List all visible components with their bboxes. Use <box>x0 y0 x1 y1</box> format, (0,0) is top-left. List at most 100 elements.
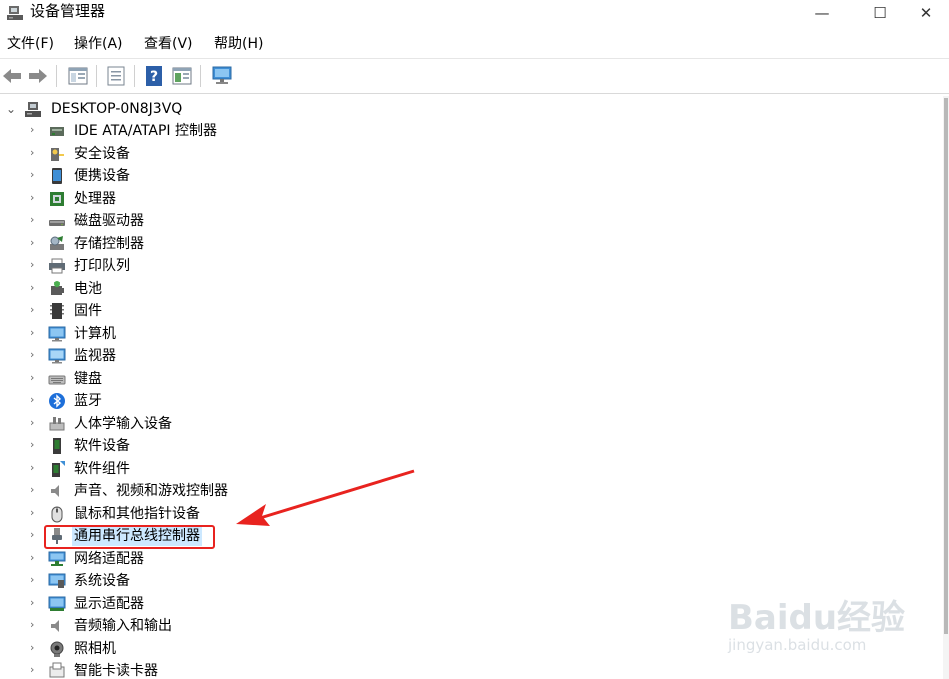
tree-item[interactable]: › 安全设备 <box>0 143 600 165</box>
toolbar: ? <box>0 58 949 94</box>
menu-help[interactable]: 帮助(H) <box>214 35 263 53</box>
chevron-right-icon[interactable]: › <box>30 258 40 272</box>
tree-item-label: 网络适配器 <box>74 550 144 567</box>
watermark-brand: Baidu经验 <box>728 598 906 638</box>
chevron-right-icon[interactable]: › <box>30 461 40 475</box>
vertical-scrollbar[interactable] <box>943 96 949 679</box>
tree-item[interactable]: › 智能卡读卡器 <box>0 660 600 679</box>
chevron-right-icon[interactable]: › <box>30 123 40 137</box>
tree-root[interactable]: ⌄ DESKTOP-0N8J3VQ <box>0 98 600 120</box>
tree-item[interactable]: › 打印队列 <box>0 255 600 277</box>
chevron-right-icon[interactable]: › <box>30 573 40 587</box>
scan-hardware-icon[interactable] <box>210 64 234 88</box>
chevron-right-icon[interactable]: › <box>30 236 40 250</box>
update-driver-icon[interactable] <box>170 64 194 88</box>
tree-item[interactable]: › 音频输入和输出 <box>0 615 600 637</box>
storage-controller-icon <box>50 235 64 250</box>
tree-item[interactable]: › 软件设备 <box>0 435 600 457</box>
network-adapter-icon <box>48 551 66 566</box>
help-icon[interactable]: ? <box>142 64 166 88</box>
tree-item-label: 计算机 <box>74 325 116 342</box>
chevron-right-icon[interactable]: › <box>30 348 40 362</box>
smart-card-reader-icon <box>49 662 65 678</box>
chevron-right-icon[interactable]: › <box>30 281 40 295</box>
ide-controller-icon <box>50 127 64 136</box>
tree-item-label: 声音、视频和游戏控制器 <box>74 483 228 499</box>
toolbar-separator <box>200 65 201 87</box>
forward-icon[interactable] <box>26 64 50 88</box>
back-icon[interactable] <box>0 64 24 88</box>
tree-item[interactable]: › 固件 <box>0 300 600 322</box>
chevron-down-icon[interactable]: ⌄ <box>6 102 18 116</box>
annotation-highlight-box <box>44 525 215 549</box>
scrollbar-thumb[interactable] <box>944 98 948 634</box>
tree-item[interactable]: › 监视器 <box>0 345 600 367</box>
tree-item[interactable]: › 蓝牙 <box>0 390 600 412</box>
device-manager-icon <box>7 6 23 20</box>
chevron-right-icon[interactable]: › <box>30 191 40 205</box>
maximize-button[interactable]: ☐ <box>857 0 903 26</box>
watermark-url: jingyan.baidu.com <box>728 636 867 654</box>
tree-item-label: 固件 <box>74 303 102 319</box>
tree-item[interactable]: › 照相机 <box>0 638 600 660</box>
chevron-right-icon[interactable]: › <box>30 506 40 520</box>
computer-icon <box>25 102 41 117</box>
tree-item-label: 人体学输入设备 <box>74 415 172 432</box>
menu-view[interactable]: 查看(V) <box>144 35 193 53</box>
properties-icon[interactable] <box>104 64 128 88</box>
tree-item-label: 电池 <box>74 280 102 297</box>
toolbar-separator <box>134 65 135 87</box>
chevron-right-icon[interactable]: › <box>30 168 40 182</box>
tree-item[interactable]: › 显示适配器 <box>0 593 600 615</box>
chevron-right-icon[interactable]: › <box>30 528 40 542</box>
tree-item-label: 音频输入和输出 <box>74 618 172 634</box>
tree-item[interactable]: › 处理器 <box>0 188 600 210</box>
show-hide-tree-icon[interactable] <box>66 64 90 88</box>
tree-item[interactable]: › 计算机 <box>0 323 600 345</box>
chevron-right-icon[interactable]: › <box>30 438 40 452</box>
tree-item[interactable]: › 键盘 <box>0 368 600 390</box>
tree-root-label: DESKTOP-0N8J3VQ <box>51 101 183 117</box>
chevron-right-icon[interactable]: › <box>30 551 40 565</box>
printer-icon <box>49 258 65 274</box>
chevron-right-icon[interactable]: › <box>30 416 40 430</box>
tree-item-label: 处理器 <box>74 190 116 207</box>
tree-item-label: 系统设备 <box>74 573 130 589</box>
tree-item[interactable]: › 电池 <box>0 278 600 300</box>
tree-item-label: 智能卡读卡器 <box>74 663 158 679</box>
tree-item-label: 监视器 <box>74 348 116 364</box>
tree-item[interactable]: › 人体学输入设备 <box>0 413 600 435</box>
toolbar-separator <box>56 65 57 87</box>
chevron-right-icon[interactable]: › <box>30 641 40 655</box>
chevron-right-icon[interactable]: › <box>30 596 40 610</box>
window-title: 设备管理器 <box>30 2 106 20</box>
chevron-right-icon[interactable]: › <box>30 213 40 227</box>
tree-item-label: 软件设备 <box>74 438 130 454</box>
firmware-icon <box>50 303 64 319</box>
chevron-right-icon[interactable]: › <box>30 618 40 632</box>
chevron-right-icon[interactable]: › <box>30 146 40 160</box>
tree-item[interactable]: › 系统设备 <box>0 570 600 592</box>
tree-item-label: 键盘 <box>74 370 102 387</box>
tree-item[interactable]: › 网络适配器 <box>0 548 600 570</box>
portable-device-icon <box>52 168 62 184</box>
chevron-right-icon[interactable]: › <box>30 303 40 317</box>
close-button[interactable]: ✕ <box>903 0 949 26</box>
tree-item[interactable]: › 磁盘驱动器 <box>0 210 600 232</box>
battery-icon <box>51 280 64 295</box>
tree-item[interactable]: › 便携设备 <box>0 165 600 187</box>
chevron-right-icon[interactable]: › <box>30 326 40 340</box>
chevron-right-icon[interactable]: › <box>30 371 40 385</box>
audio-io-icon <box>51 620 59 632</box>
menu-action[interactable]: 操作(A) <box>74 35 123 53</box>
tree-item-label: 蓝牙 <box>74 393 102 409</box>
security-device-icon <box>51 147 64 161</box>
chevron-right-icon[interactable]: › <box>30 483 40 497</box>
chevron-right-icon[interactable]: › <box>30 663 40 677</box>
tree-item[interactable]: › IDE ATA/ATAPI 控制器 <box>0 120 600 142</box>
minimize-button[interactable]: — <box>799 0 845 26</box>
menu-file[interactable]: 文件(F) <box>7 35 54 53</box>
processor-icon <box>50 191 64 206</box>
chevron-right-icon[interactable]: › <box>30 393 40 407</box>
tree-item[interactable]: › 存储控制器 <box>0 233 600 255</box>
